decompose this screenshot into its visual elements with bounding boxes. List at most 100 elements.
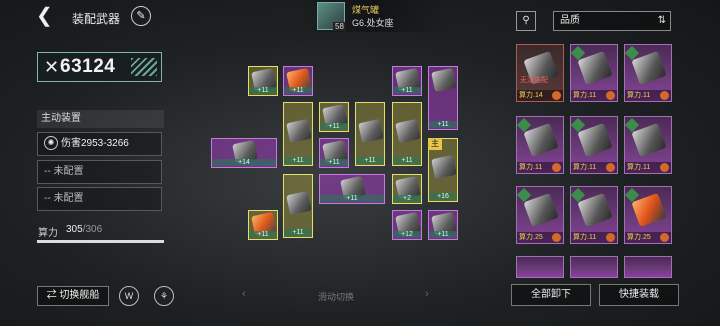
grid-cell[interactable]: +11 — [392, 102, 422, 166]
grid-cell[interactable]: +11 — [428, 66, 458, 130]
inventory-item[interactable] — [570, 256, 618, 278]
inventory-item[interactable]: 算力.11 — [624, 116, 672, 174]
info-icon — [606, 91, 615, 100]
plus-label: +11 — [320, 123, 348, 130]
plus-label: +11 — [284, 157, 312, 164]
gun-icon — [631, 50, 667, 86]
claw-weapon-icon — [577, 192, 613, 228]
grid-cell[interactable]: +11 — [283, 66, 313, 96]
info-icon — [552, 91, 561, 100]
main-weapon-badge: 主 — [428, 138, 442, 150]
inventory-item[interactable] — [624, 256, 672, 278]
swap-icon: ⇄ — [46, 290, 60, 301]
grid-cell[interactable]: +11 — [428, 210, 458, 240]
inventory-item[interactable]: 算力.25 — [516, 186, 564, 244]
gun-icon — [577, 122, 613, 158]
claw-weapon-icon — [358, 118, 384, 144]
active-slot-3[interactable]: -- 未配置 — [37, 187, 162, 211]
emblem-icon[interactable]: ⚘ — [154, 286, 174, 306]
plus-label: +11 — [356, 157, 384, 164]
grid-cell[interactable]: +14 — [211, 138, 277, 168]
cost-value: 305/306 — [66, 224, 102, 235]
info-icon — [660, 163, 669, 172]
wing-icon[interactable]: W — [119, 286, 139, 306]
plus-label: +11 — [284, 229, 312, 236]
info-icon — [552, 233, 561, 242]
inventory-item[interactable] — [516, 256, 564, 278]
inventory-item[interactable]: 算力.25 — [624, 186, 672, 244]
sort-toggle-icon[interactable]: ⇅ — [658, 12, 666, 30]
grid-cell[interactable]: +11 — [283, 102, 313, 166]
inventory-item[interactable]: 无法装配 算力.14 — [516, 44, 564, 102]
info-icon — [606, 163, 615, 172]
cost-bar — [37, 240, 164, 243]
back-arrow-icon[interactable]: ❮ — [36, 6, 58, 28]
active-slot-1[interactable]: ✺ 伤害2953-3266 — [37, 132, 162, 156]
swipe-hint: 滑动切换 — [318, 292, 355, 302]
stripes-decoration — [131, 58, 157, 76]
inventory-item[interactable]: 算力.11 — [570, 116, 618, 174]
grid-cell[interactable]: +11 — [248, 66, 278, 96]
plus-label: +12 — [393, 231, 421, 238]
claw-icon: ✺ — [44, 136, 58, 151]
claw-weapon-icon — [286, 190, 312, 216]
chevron-left-icon[interactable]: ‹ — [242, 288, 246, 300]
crossed-swords-icon: ✕ — [44, 57, 60, 77]
ship-name: 煤气罐 — [352, 5, 380, 15]
cost-label: 算力 — [38, 228, 58, 239]
inventory-item[interactable]: 算力.11 — [516, 116, 564, 174]
cost-max: /306 — [82, 224, 103, 235]
grid-cell[interactable]: +11 — [319, 174, 385, 204]
quick-equip-button[interactable]: 快捷装载 — [599, 284, 679, 306]
plus-label: +14 — [212, 159, 276, 166]
info-icon — [660, 233, 669, 242]
claw-weapon-icon — [431, 67, 457, 93]
info-icon — [660, 91, 669, 100]
chevron-right-icon[interactable]: › — [425, 288, 429, 300]
plus-label: +11 — [429, 121, 457, 128]
power-value: 63124 — [60, 56, 116, 77]
ship-subtitle: G6.处女座 — [352, 18, 394, 28]
grid-cell[interactable]: +11 — [283, 174, 313, 238]
info-icon — [606, 233, 615, 242]
grid-cell[interactable]: +12 — [392, 210, 422, 240]
active-gear-label: 主动装置 — [37, 110, 164, 128]
switch-ship-button[interactable]: ⇄ 切换舰船 — [37, 286, 109, 306]
gun-icon — [523, 122, 559, 158]
power-display: ✕ 63124 — [37, 52, 162, 82]
plus-label: +11 — [320, 195, 384, 202]
inventory-item[interactable]: 算力.11 — [570, 186, 618, 244]
plus-label: +11 — [393, 87, 421, 94]
sort-label: 品质 — [560, 15, 580, 26]
grid-cell[interactable]: +11 — [392, 66, 422, 96]
active-slot-1-text: 伤害2953-3266 — [61, 138, 129, 149]
inventory-item[interactable]: 算力.11 — [624, 44, 672, 102]
filter-icon[interactable]: ⚲ — [516, 11, 536, 31]
inventory-item[interactable]: 算力.11 — [570, 44, 618, 102]
plus-label: +11 — [249, 231, 277, 238]
cannot-equip-warning: 无法装配 — [520, 77, 548, 84]
grid-cell[interactable]: +11 — [355, 102, 385, 166]
grid-cell[interactable]: +11 — [319, 102, 349, 132]
grid-cell[interactable]: +11 — [248, 210, 278, 240]
plus-label: +11 — [393, 157, 421, 164]
plus-label: +11 — [284, 87, 312, 94]
turret-icon — [523, 192, 559, 228]
ship-level: 58 — [333, 22, 346, 31]
flamethrower-icon — [631, 192, 667, 228]
sort-dropdown[interactable]: 品质 ⇅ — [553, 11, 671, 31]
gun-icon — [631, 122, 667, 158]
active-slot-2[interactable]: -- 未配置 — [37, 160, 162, 184]
plus-label: +11 — [249, 87, 277, 94]
unequip-all-button[interactable]: 全部卸下 — [511, 284, 591, 306]
switch-ship-label: 切换舰船 — [59, 290, 100, 301]
feather-icon[interactable]: ✎ — [131, 6, 151, 26]
plus-label: +11 — [429, 231, 457, 238]
grid-cell[interactable]: +11 — [319, 138, 349, 168]
plus-label: +2 — [393, 195, 421, 202]
page-title: 装配武器 — [72, 12, 121, 26]
turret-icon — [431, 154, 457, 180]
plus-label: +11 — [320, 159, 348, 166]
gun-icon — [577, 50, 613, 86]
grid-cell[interactable]: +2 — [392, 174, 422, 204]
